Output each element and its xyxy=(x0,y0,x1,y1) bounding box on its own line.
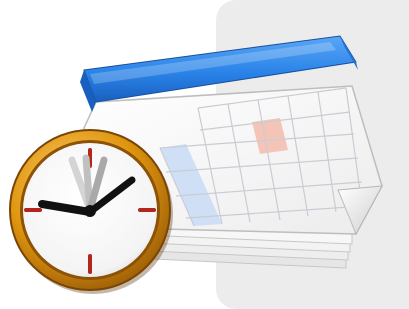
icon-canvas xyxy=(0,0,409,309)
clock xyxy=(9,129,173,294)
clock-center-pin xyxy=(84,205,96,217)
calendar-clock-icon xyxy=(9,35,383,294)
